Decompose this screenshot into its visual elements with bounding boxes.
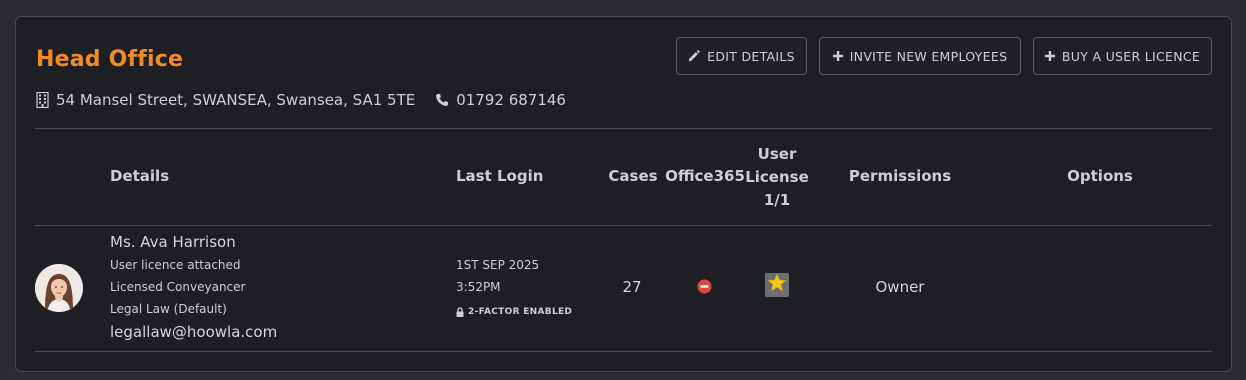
employee-role: Licensed Conveyancer (110, 280, 246, 294)
lock-icon (456, 307, 464, 317)
column-header-office365: Office365 (665, 167, 745, 185)
office-address: 54 Mansel Street, SWANSEA, Swansea, SA1 … (56, 91, 416, 109)
employee-name: Ms. Ava Harrison (110, 233, 236, 251)
buy-licence-button[interactable]: BUY A USER LICENCE (1033, 37, 1212, 75)
star-icon (767, 273, 787, 297)
employee-firm: Legal Law (Default) (110, 302, 227, 316)
cases-count: 27 (622, 278, 642, 296)
divider (35, 351, 1212, 352)
licence-status-text: User licence attached (110, 258, 241, 272)
divider (35, 225, 1212, 226)
permission-level: Owner (875, 278, 925, 296)
edit-details-label: EDIT DETAILS (707, 48, 795, 64)
two-factor-badge: 2-FACTOR ENABLED (456, 307, 572, 317)
column-header-cases: Cases (608, 167, 658, 185)
building-icon (36, 92, 49, 108)
office-title: Head Office (36, 47, 184, 72)
avatar (35, 264, 83, 312)
pencil-icon (688, 50, 700, 62)
invite-employees-label: INVITE NEW EMPLOYEES (849, 48, 1008, 64)
divider (35, 128, 1212, 129)
edit-details-button[interactable]: EDIT DETAILS (676, 37, 807, 75)
column-header-details: Details (110, 167, 170, 185)
buy-licence-label: BUY A USER LICENCE (1061, 48, 1201, 64)
column-header-user-license-line1: User (757, 145, 797, 163)
office-phone[interactable]: 01792 687146 (456, 91, 566, 109)
invite-employees-button[interactable]: INVITE NEW EMPLOYEES (819, 37, 1021, 75)
column-header-user-license-line2: License (745, 168, 809, 186)
last-login-time: 3:52PM (456, 280, 501, 294)
phone-icon (435, 93, 449, 107)
plus-icon (832, 51, 843, 61)
office-card: Head Office 54 Mansel Street, SWANSEA, S… (15, 16, 1232, 372)
two-factor-label: 2-FACTOR ENABLED (468, 307, 573, 317)
user-license-toggle[interactable] (765, 273, 789, 297)
column-header-user-license-count: 1/1 (763, 191, 791, 209)
column-header-options: Options (1067, 167, 1133, 185)
employee-email[interactable]: legallaw@hoowla.com (110, 323, 277, 341)
office-contact: 54 Mansel Street, SWANSEA, Swansea, SA1 … (36, 91, 566, 109)
column-header-permissions: Permissions (848, 167, 952, 185)
plus-icon (1044, 51, 1055, 61)
column-header-last-login: Last Login (456, 167, 544, 185)
office365-disabled-icon[interactable] (697, 279, 712, 294)
column-header-user-license: User License 1/1 (737, 143, 817, 212)
last-login-date: 1ST SEP 2025 (456, 258, 540, 272)
